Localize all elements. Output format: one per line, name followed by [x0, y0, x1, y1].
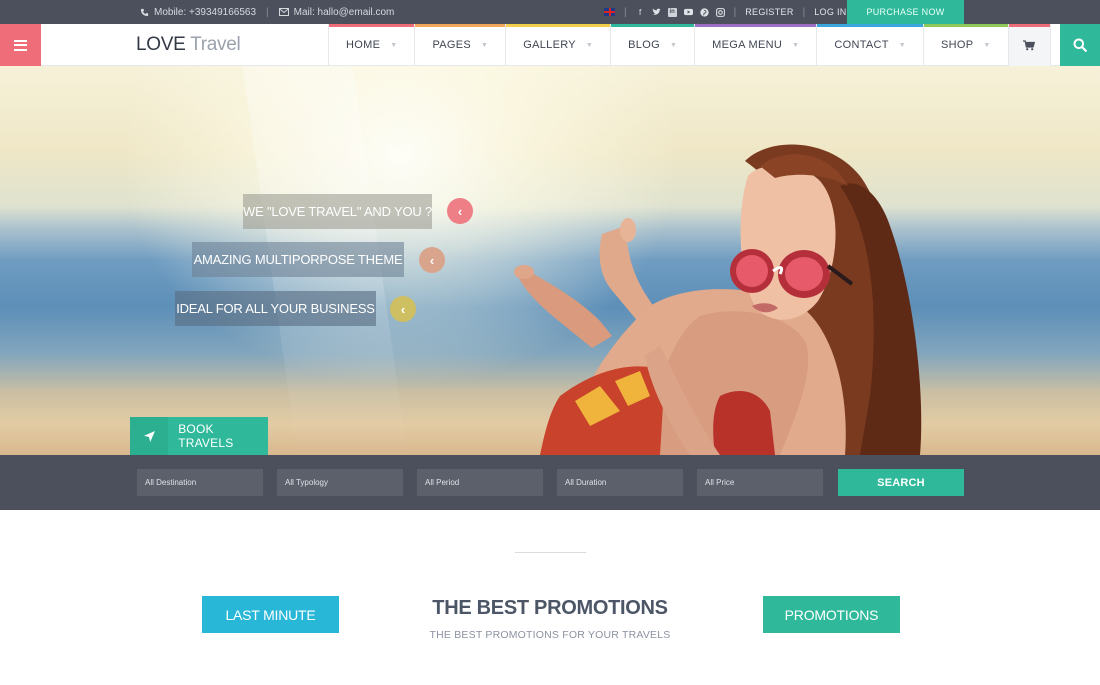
uk-flag-icon[interactable]: [604, 8, 615, 16]
phone-icon: [140, 8, 149, 16]
logo-bold-text: LOVE: [136, 34, 186, 55]
separator: |: [802, 6, 806, 18]
facebook-icon[interactable]: f: [636, 8, 645, 17]
search-icon: [1073, 38, 1087, 52]
register-link[interactable]: REGISTER: [745, 7, 793, 17]
price-select[interactable]: All Price: [697, 469, 823, 496]
nav-item-shop[interactable]: SHOP ▼: [923, 24, 1008, 66]
nav-item-label: PAGES: [432, 39, 472, 51]
chevron-down-icon: ▼: [585, 41, 594, 49]
contact-info: Mobile: +39349166563 | Mail: hallo@email…: [140, 0, 394, 24]
twitter-icon[interactable]: [652, 8, 661, 17]
hero-caption-2: AMAZING MULTIPORPOSE THEME: [192, 242, 404, 277]
mobile-contact: Mobile: +39349166563: [140, 7, 256, 18]
nav-item-label: MEGA MENU: [712, 39, 783, 51]
separator: |: [624, 6, 627, 18]
nav-item-label: HOME: [346, 39, 381, 51]
location-arrow-icon: [130, 417, 169, 455]
nav-item-home[interactable]: HOME ▼: [328, 24, 415, 66]
nav-item-gallery[interactable]: GALLERY ▼: [505, 24, 611, 66]
nav-item-contact[interactable]: CONTACT ▼: [816, 24, 924, 66]
nav-item-mega-menu[interactable]: MEGA MENU ▼: [694, 24, 817, 66]
hero-caption-3: IDEAL FOR ALL YOUR BUSINESS: [175, 291, 376, 326]
nav-color-stripe: [415, 24, 506, 27]
social-links: f in: [636, 7, 725, 17]
caption-3-chevron-left-icon[interactable]: ‹: [390, 296, 416, 322]
mail-text: Mail: hallo@email.com: [293, 6, 395, 18]
book-travels-label: BOOK TRAVELS: [178, 422, 234, 450]
chevron-down-icon: ▼: [669, 41, 678, 49]
chevron-down-icon: ▼: [983, 41, 991, 49]
last-minute-button[interactable]: LAST MINUTE: [202, 596, 339, 633]
nav-color-stripe: [695, 24, 817, 27]
nav-color-stripe: [506, 24, 611, 27]
purchase-now-button[interactable]: PURCHASE NOW: [847, 0, 964, 24]
top-bar: Mobile: +39349166563 | Mail: hallo@email…: [0, 0, 1100, 24]
login-link[interactable]: LOG IN: [814, 7, 846, 17]
mobile-text: Mobile: +39349166563: [154, 6, 257, 18]
book-travels-button[interactable]: BOOK TRAVELS: [130, 417, 268, 455]
linkedin-icon[interactable]: in: [667, 7, 677, 17]
nav-item-blog[interactable]: BLOG ▼: [610, 24, 695, 66]
youtube-icon[interactable]: [683, 8, 693, 17]
nav-item-pages[interactable]: PAGES ▼: [414, 24, 506, 66]
hamburger-icon: [14, 39, 27, 51]
separator: |: [266, 6, 269, 18]
search-button[interactable]: SEARCH: [838, 469, 964, 496]
nav-color-stripe: [611, 24, 695, 27]
destination-select[interactable]: All Destination: [137, 469, 263, 496]
header-search-button[interactable]: [1060, 24, 1100, 66]
typology-select[interactable]: All Typology: [277, 469, 403, 496]
hero-woman-image: [514, 144, 922, 455]
nav-item-label: CONTACT: [834, 39, 889, 51]
section-divider: [515, 552, 586, 553]
chevron-down-icon: ▼: [898, 41, 907, 49]
nav-item-label: GALLERY: [523, 39, 576, 51]
nav-color-stripe: [1008, 24, 1050, 27]
caption-1-chevron-left-icon[interactable]: ‹: [447, 198, 473, 224]
promotions-button[interactable]: PROMOTIONS: [763, 596, 900, 633]
logo-light-text: Travel: [190, 34, 241, 55]
nav-item-label: BLOG: [628, 39, 660, 51]
main-header: LOVE Travel HOME ▼ PAGES ▼ GALLERY ▼ BLO…: [0, 24, 1100, 66]
nav-color-stripe: [817, 24, 924, 27]
mail-icon: [278, 8, 289, 16]
travel-search-bar: All Destination All Typology All Period …: [0, 455, 1100, 510]
menu-toggle-button[interactable]: [0, 24, 41, 66]
chevron-down-icon: ▼: [481, 41, 489, 49]
cart-button[interactable]: [1007, 24, 1051, 66]
hero-slider[interactable]: WE "LOVE TRAVEL" AND YOU ? ‹ AMAZING MUL…: [0, 66, 1100, 455]
period-select[interactable]: All Period: [417, 469, 543, 496]
chevron-down-icon: ▼: [792, 41, 800, 49]
separator: |: [733, 6, 737, 18]
pinterest-icon[interactable]: [699, 7, 709, 17]
site-logo[interactable]: LOVE Travel: [136, 34, 241, 56]
promotions-subtitle: THE BEST PROMOTIONS FOR YOUR TRAVELS: [429, 629, 671, 641]
hero-caption-1: WE "LOVE TRAVEL" AND YOU ?: [243, 194, 432, 229]
chevron-down-icon: ▼: [390, 41, 398, 49]
nav-item-label: SHOP: [941, 39, 974, 51]
main-nav: HOME ▼ PAGES ▼ GALLERY ▼ BLOG ▼ MEGA MEN…: [328, 24, 1051, 66]
mail-contact[interactable]: Mail: hallo@email.com: [278, 6, 395, 18]
nav-color-stripe: [924, 24, 1008, 27]
promotions-title: THE BEST PROMOTIONS: [432, 597, 668, 619]
instagram-icon[interactable]: [715, 7, 725, 17]
duration-select[interactable]: All Duration: [557, 469, 683, 496]
nav-color-stripe: [329, 24, 415, 27]
cart-icon: [1023, 39, 1036, 50]
top-bar-right: | f in | REGISTER | LOG IN: [604, 0, 847, 24]
caption-2-chevron-left-icon[interactable]: ‹: [419, 247, 445, 273]
